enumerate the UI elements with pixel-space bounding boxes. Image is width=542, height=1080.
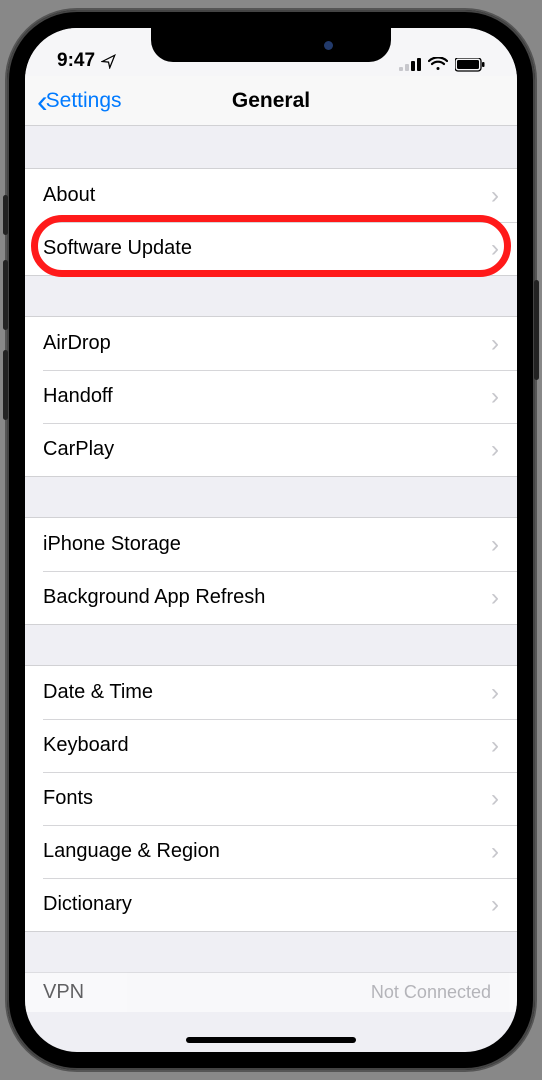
row-carplay[interactable]: CarPlay ›	[25, 423, 517, 476]
status-time: 9:47	[57, 50, 95, 72]
row-label: VPN	[43, 981, 371, 1004]
location-arrow-icon	[101, 54, 116, 69]
row-background-app-refresh[interactable]: Background App Refresh ›	[25, 571, 517, 624]
row-label: iPhone Storage	[43, 533, 491, 556]
row-language-region[interactable]: Language & Region ›	[25, 825, 517, 878]
row-label: Handoff	[43, 385, 491, 408]
row-label: Dictionary	[43, 893, 491, 916]
chevron-right-icon: ›	[491, 383, 499, 411]
row-vpn[interactable]: VPN Not Connected	[25, 972, 517, 1012]
settings-group-4: Date & Time › Keyboard › Fonts › Languag…	[25, 665, 517, 932]
power-button	[534, 280, 539, 380]
row-label: AirDrop	[43, 332, 491, 355]
row-iphone-storage[interactable]: iPhone Storage ›	[25, 518, 517, 571]
chevron-right-icon: ›	[491, 785, 499, 813]
row-detail: Not Connected	[371, 982, 491, 1003]
section-spacer	[25, 276, 517, 316]
chevron-right-icon: ›	[491, 330, 499, 358]
settings-group-1: About › Software Update ›	[25, 168, 517, 276]
chevron-right-icon: ›	[491, 838, 499, 866]
notch	[151, 28, 391, 62]
row-handoff[interactable]: Handoff ›	[25, 370, 517, 423]
row-label: Language & Region	[43, 840, 491, 863]
back-label: Settings	[46, 89, 122, 113]
page-title: General	[232, 89, 310, 113]
row-label: About	[43, 184, 491, 207]
row-label: Software Update	[43, 237, 491, 260]
wifi-icon	[428, 57, 448, 72]
settings-group-2: AirDrop › Handoff › CarPlay ›	[25, 316, 517, 477]
chevron-right-icon: ›	[491, 891, 499, 919]
chevron-right-icon: ›	[491, 679, 499, 707]
mute-switch	[3, 195, 8, 235]
chevron-right-icon: ›	[491, 235, 499, 263]
row-label: Background App Refresh	[43, 586, 491, 609]
cellular-signal-icon	[399, 58, 421, 72]
camera-dot	[324, 41, 333, 50]
section-spacer	[25, 126, 517, 168]
volume-down-button	[3, 350, 8, 420]
row-software-update[interactable]: Software Update ›	[25, 222, 517, 275]
battery-icon	[455, 58, 485, 72]
home-indicator[interactable]	[186, 1037, 356, 1043]
row-label: Date & Time	[43, 681, 491, 704]
nav-bar: ‹ Settings General	[25, 76, 517, 126]
row-date-time[interactable]: Date & Time ›	[25, 666, 517, 719]
section-spacer	[25, 625, 517, 665]
back-button[interactable]: ‹ Settings	[37, 85, 122, 117]
volume-up-button	[3, 260, 8, 330]
chevron-right-icon: ›	[491, 584, 499, 612]
chevron-right-icon: ›	[491, 436, 499, 464]
settings-content[interactable]: About › Software Update › AirDrop › Hand…	[25, 126, 517, 1052]
settings-group-3: iPhone Storage › Background App Refresh …	[25, 517, 517, 625]
section-spacer	[25, 477, 517, 517]
phone-frame: 9:47	[7, 10, 535, 1070]
row-keyboard[interactable]: Keyboard ›	[25, 719, 517, 772]
row-label: CarPlay	[43, 438, 491, 461]
chevron-right-icon: ›	[491, 182, 499, 210]
row-fonts[interactable]: Fonts ›	[25, 772, 517, 825]
row-dictionary[interactable]: Dictionary ›	[25, 878, 517, 931]
row-about[interactable]: About ›	[25, 169, 517, 222]
row-airdrop[interactable]: AirDrop ›	[25, 317, 517, 370]
chevron-right-icon: ›	[491, 531, 499, 559]
row-label: Fonts	[43, 787, 491, 810]
chevron-right-icon: ›	[491, 732, 499, 760]
section-spacer	[25, 932, 517, 972]
row-label: Keyboard	[43, 734, 491, 757]
screen: 9:47	[25, 28, 517, 1052]
